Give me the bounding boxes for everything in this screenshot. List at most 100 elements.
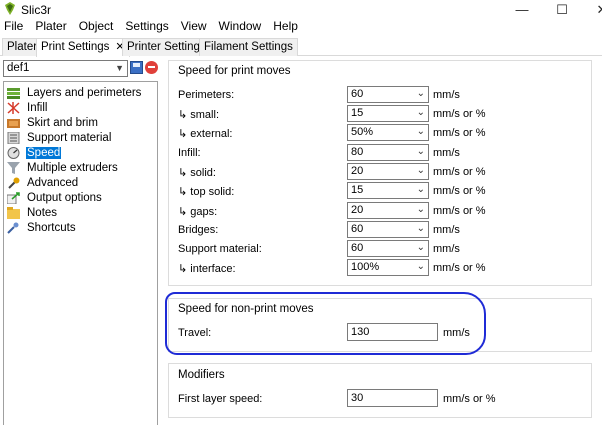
output-icon xyxy=(6,191,20,204)
tree-item-infill[interactable]: Infill xyxy=(7,100,48,115)
tree-item-output[interactable]: Output options xyxy=(6,190,103,205)
skirt-icon xyxy=(7,117,20,129)
tree-item-notes[interactable]: Notes xyxy=(7,205,58,220)
solid-infill-speed-combo[interactable]: 20 ⌄ xyxy=(347,163,429,180)
chevron-down-icon: ▼ xyxy=(115,63,124,73)
title-bar: Slic3r — ☐ ✕ xyxy=(0,0,602,19)
save-preset-icon[interactable] xyxy=(130,61,143,74)
gap-fill-speed-combo[interactable]: 20 ⌄ xyxy=(347,202,429,219)
tree-item-advanced[interactable]: Advanced xyxy=(7,175,79,190)
tab-printer-settings[interactable]: Printer Settings xyxy=(122,38,211,56)
delete-preset-icon[interactable] xyxy=(145,61,158,74)
funnel-icon xyxy=(7,161,20,174)
infill-speed-combo[interactable]: 80 ⌄ xyxy=(347,144,429,161)
tree-item-label: Notes xyxy=(27,206,58,219)
support-icon xyxy=(7,131,20,144)
tree-item-label: Support material xyxy=(27,131,112,144)
chevron-down-icon: ⌄ xyxy=(416,88,425,99)
menu-help[interactable]: Help xyxy=(267,19,304,36)
chevron-down-icon: ⌄ xyxy=(416,223,425,234)
external-perimeters-label: ↳ external: xyxy=(178,128,233,140)
tab-print-settings[interactable]: Print Settings ✕ xyxy=(36,38,130,57)
perimeters-label: Perimeters: xyxy=(178,89,235,101)
unit-label: mm/s xyxy=(433,243,460,255)
combo-value: 15 xyxy=(351,107,364,119)
close-icon: ✕ xyxy=(597,2,602,18)
top-solid-infill-speed-combo[interactable]: 15 ⌄ xyxy=(347,182,429,199)
settings-tree: Layers and perimeters Infill Skirt and b… xyxy=(3,81,158,425)
small-perimeters-label: ↳ small: xyxy=(178,109,219,121)
tree-item-label: Shortcuts xyxy=(27,221,76,234)
window-title: Slic3r xyxy=(21,3,52,17)
tree-item-shortcuts[interactable]: Shortcuts xyxy=(7,220,77,235)
tree-item-label: Advanced xyxy=(27,176,79,189)
first-layer-speed-label: First layer speed: xyxy=(178,393,263,405)
chevron-down-icon: ⌄ xyxy=(416,165,425,176)
tree-item-speed[interactable]: Speed xyxy=(7,145,62,160)
menu-settings[interactable]: Settings xyxy=(119,19,174,36)
menu-object[interactable]: Object xyxy=(73,19,120,36)
speed-print-title: Speed for print moves xyxy=(178,65,291,77)
combo-value: 60 xyxy=(351,242,364,254)
combo-value: 50% xyxy=(351,126,374,138)
tab-label: Plater xyxy=(7,41,38,53)
small-perimeters-speed-combo[interactable]: 15 ⌄ xyxy=(347,105,429,122)
infill-label: Infill: xyxy=(178,147,201,159)
combo-value: 80 xyxy=(351,146,364,158)
tree-item-label: Infill xyxy=(27,101,48,114)
support-material-speed-combo[interactable]: 60 ⌄ xyxy=(347,240,429,257)
first-layer-speed-input[interactable] xyxy=(347,389,438,407)
notes-icon xyxy=(7,206,20,219)
gap-fill-label: ↳ gaps: xyxy=(178,206,218,218)
minimize-icon: — xyxy=(515,2,529,17)
chevron-down-icon: ⌄ xyxy=(416,107,425,118)
chevron-down-icon: ⌄ xyxy=(416,184,425,195)
tab-filament-settings[interactable]: Filament Settings xyxy=(199,38,298,56)
chevron-down-icon: ⌄ xyxy=(416,146,425,157)
wrench-icon xyxy=(7,177,20,189)
preset-dropdown[interactable]: def1 ▼ xyxy=(3,60,128,77)
tree-item-extruders[interactable]: Multiple extruders xyxy=(7,160,119,175)
external-perimeters-speed-combo[interactable]: 50% ⌄ xyxy=(347,124,429,141)
shortcuts-icon xyxy=(7,222,20,234)
support-interface-label: ↳ interface: xyxy=(178,263,236,275)
unit-label: mm/s or % xyxy=(433,262,486,274)
chevron-down-icon: ⌄ xyxy=(416,126,425,137)
support-interface-speed-combo[interactable]: 100% ⌄ xyxy=(347,259,429,276)
tab-label: Printer Settings xyxy=(127,41,206,53)
tab-label: Print Settings xyxy=(41,41,110,53)
combo-value: 100% xyxy=(351,261,380,273)
slic3r-logo-icon xyxy=(5,2,15,15)
combo-value: 60 xyxy=(351,88,364,100)
menu-window[interactable]: Window xyxy=(213,19,268,36)
tree-item-layers[interactable]: Layers and perimeters xyxy=(7,85,142,100)
unit-label: mm/s or % xyxy=(433,205,486,217)
tree-item-label: Layers and perimeters xyxy=(27,86,142,99)
unit-label: mm/s xyxy=(433,224,460,236)
infill-icon xyxy=(7,101,20,114)
perimeters-speed-combo[interactable]: 60 ⌄ xyxy=(347,86,429,103)
highlight-annotation xyxy=(165,292,486,355)
tree-item-skirt[interactable]: Skirt and brim xyxy=(7,115,99,130)
tree-item-label: Multiple extruders xyxy=(27,161,118,174)
unit-label: mm/s or % xyxy=(433,185,486,197)
menu-plater[interactable]: Plater xyxy=(29,19,72,36)
menu-view[interactable]: View xyxy=(175,19,213,36)
tree-item-support[interactable]: Support material xyxy=(7,130,112,145)
maximize-icon: ☐ xyxy=(556,1,568,17)
unit-label: mm/s xyxy=(433,147,460,159)
combo-value: 15 xyxy=(351,184,364,196)
chevron-down-icon: ⌄ xyxy=(416,242,425,253)
solid-infill-label: ↳ solid: xyxy=(178,167,216,179)
maximize-button[interactable]: ☐ xyxy=(542,0,582,19)
menu-file[interactable]: File xyxy=(0,19,29,36)
tree-item-label: Output options xyxy=(27,191,102,204)
minimize-button[interactable]: — xyxy=(502,0,542,19)
tree-item-label: Speed xyxy=(26,146,62,159)
combo-value: 60 xyxy=(351,223,364,235)
close-button[interactable]: ✕ xyxy=(582,0,602,19)
tab-label: Filament Settings xyxy=(204,41,293,53)
bridges-speed-combo[interactable]: 60 ⌄ xyxy=(347,221,429,238)
modifiers-title: Modifiers xyxy=(178,369,225,381)
combo-value: 20 xyxy=(351,165,364,177)
